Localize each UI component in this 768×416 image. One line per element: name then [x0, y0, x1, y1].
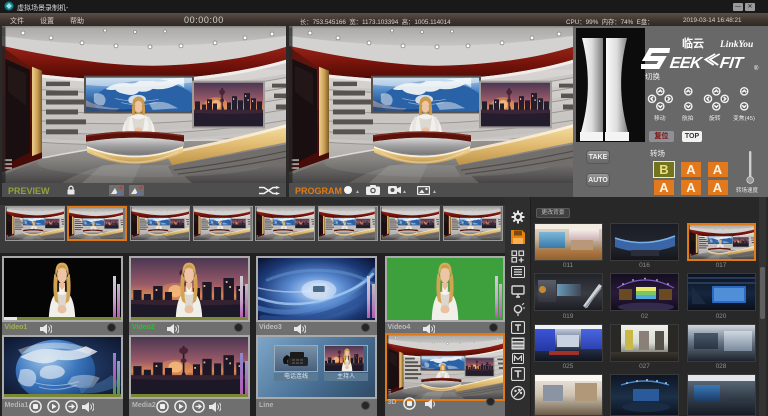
svg-text:临云: 临云 — [682, 36, 704, 50]
svg-text:®: ® — [754, 65, 759, 72]
svg-text:FIT: FIT — [719, 54, 746, 72]
svg-text:EEK: EEK — [669, 54, 705, 72]
svg-text:LinkYou: LinkYou — [719, 40, 753, 50]
